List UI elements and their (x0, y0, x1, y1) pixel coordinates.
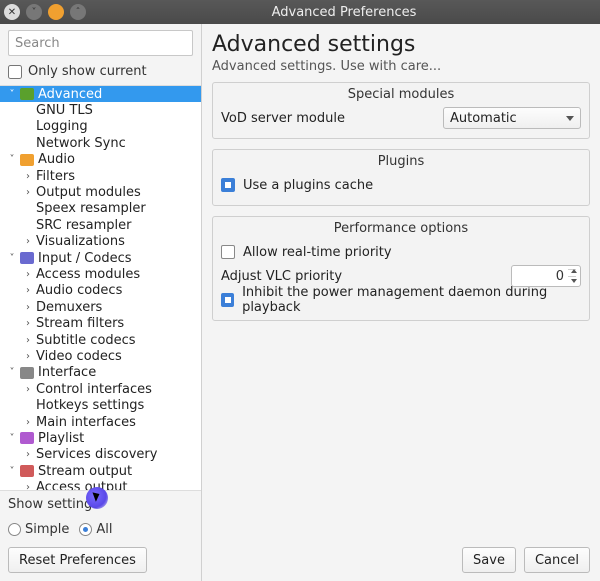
chevron-right-icon[interactable]: › (22, 351, 34, 362)
chevron-down-icon[interactable]: ˅ (6, 89, 18, 100)
tree-item-speex[interactable]: Speex resampler (0, 201, 201, 217)
chevron-up-icon[interactable] (571, 269, 577, 273)
cog-icon (20, 88, 34, 100)
tree-item-subtitle-codecs[interactable]: ›Subtitle codecs (0, 332, 201, 348)
realtime-priority-checkbox[interactable] (221, 245, 235, 259)
settings-tree[interactable]: ˅Advanced GNU TLS Logging Network Sync ˅… (0, 85, 201, 491)
tree-item-stream-filters[interactable]: ›Stream filters (0, 315, 201, 331)
cancel-button[interactable]: Cancel (524, 547, 590, 573)
dialog-footer: Save Cancel (462, 547, 590, 573)
chevron-down-icon[interactable]: ˅ (6, 253, 18, 264)
tree-item-control-interfaces[interactable]: ›Control interfaces (0, 381, 201, 397)
right-panel: Advanced settings Advanced settings. Use… (202, 24, 600, 581)
chevron-down-icon[interactable]: ˅ (6, 466, 18, 477)
fieldset-plugins: Plugins Use a plugins cache (212, 149, 590, 206)
tree-item-services-discovery[interactable]: ›Services discovery (0, 447, 201, 463)
chevron-right-icon[interactable]: › (22, 482, 34, 491)
show-settings-label: Show settings (8, 497, 193, 512)
tree-item-gnu-tls[interactable]: GNU TLS (0, 102, 201, 118)
window-app-icon (48, 4, 64, 20)
legend-special-modules: Special modules (221, 87, 581, 102)
window-title: Advanced Preferences (92, 5, 596, 20)
tree-item-audio[interactable]: ˅Audio (0, 152, 201, 168)
tree-item-filters[interactable]: ›Filters (0, 168, 201, 184)
interface-icon (20, 367, 34, 379)
chevron-down-icon[interactable]: ˅ (6, 367, 18, 378)
chevron-right-icon[interactable]: › (22, 318, 34, 329)
radio-all[interactable]: All (79, 522, 112, 537)
save-button[interactable]: Save (462, 547, 516, 573)
page-title: Advanced settings (212, 32, 590, 57)
fieldset-special-modules: Special modules VoD server module Automa… (212, 82, 590, 139)
tree-item-hotkeys-settings[interactable]: Hotkeys settings (0, 397, 201, 413)
tree-item-playlist[interactable]: ˅Playlist (0, 430, 201, 446)
tree-item-audio-codecs[interactable]: ›Audio codecs (0, 283, 201, 299)
tree-item-access-modules[interactable]: ›Access modules (0, 266, 201, 282)
vod-server-label: VoD server module (221, 111, 421, 126)
chevron-right-icon[interactable]: › (22, 417, 34, 428)
chevron-down-icon[interactable]: ˅ (6, 154, 18, 165)
chevron-right-icon[interactable]: › (22, 236, 34, 247)
tree-item-logging[interactable]: Logging (0, 119, 201, 135)
chevron-right-icon[interactable]: › (22, 449, 34, 460)
realtime-priority-label: Allow real-time priority (243, 245, 392, 260)
tree-item-advanced[interactable]: ˅Advanced (0, 86, 201, 102)
chevron-down-icon[interactable] (571, 279, 577, 283)
chevron-right-icon[interactable]: › (22, 187, 34, 198)
chevron-right-icon[interactable]: › (22, 269, 34, 280)
vod-server-select[interactable]: Automatic (443, 107, 581, 129)
plugins-cache-label: Use a plugins cache (243, 178, 373, 193)
chevron-right-icon[interactable]: › (22, 335, 34, 346)
only-show-current-row[interactable]: Only show current (0, 62, 201, 85)
radio-icon (8, 523, 21, 536)
fieldset-performance: Performance options Allow real-time prio… (212, 216, 590, 321)
radio-icon (79, 523, 92, 536)
inhibit-pm-checkbox[interactable] (221, 293, 234, 307)
window-max-icon[interactable]: ˆ (70, 4, 86, 20)
tree-item-input-codecs[interactable]: ˅Input / Codecs (0, 250, 201, 266)
adjust-priority-label: Adjust VLC priority (221, 269, 503, 284)
tree-item-access-output[interactable]: ›Access output (0, 479, 201, 491)
playlist-icon (20, 432, 34, 444)
tree-item-interface[interactable]: ˅Interface (0, 365, 201, 381)
only-show-current-label: Only show current (28, 64, 147, 79)
adjust-priority-spinner[interactable]: 0 (511, 265, 581, 287)
legend-performance: Performance options (221, 221, 581, 236)
chevron-right-icon[interactable]: › (22, 171, 34, 182)
tree-item-main-interfaces[interactable]: ›Main interfaces (0, 414, 201, 430)
search-input[interactable]: Search (8, 30, 193, 56)
left-panel: Search Only show current ˅Advanced GNU T… (0, 24, 202, 581)
tree-item-video-codecs[interactable]: ›Video codecs (0, 348, 201, 364)
page-subtitle: Advanced settings. Use with care... (212, 59, 590, 74)
window-body: Search Only show current ˅Advanced GNU T… (0, 24, 600, 581)
radio-simple[interactable]: Simple (8, 522, 69, 537)
tree-item-visualizations[interactable]: ›Visualizations (0, 234, 201, 250)
codec-icon (20, 252, 34, 264)
only-show-current-checkbox[interactable] (8, 65, 22, 79)
tree-item-src[interactable]: SRC resampler (0, 217, 201, 233)
plugins-cache-checkbox[interactable] (221, 178, 235, 192)
search-placeholder: Search (15, 36, 60, 51)
tree-item-stream-output[interactable]: ˅Stream output (0, 463, 201, 479)
legend-plugins: Plugins (221, 154, 581, 169)
titlebar: ✕ ˅ ˆ Advanced Preferences (0, 0, 600, 24)
tree-item-output-modules[interactable]: ›Output modules (0, 184, 201, 200)
audio-icon (20, 154, 34, 166)
window-min-icon[interactable]: ˅ (26, 4, 42, 20)
chevron-right-icon[interactable]: › (22, 384, 34, 395)
show-settings-row: Show settings Simple All Reset Preferenc… (0, 491, 201, 581)
inhibit-pm-label: Inhibit the power management daemon duri… (242, 285, 581, 315)
reset-preferences-button[interactable]: Reset Preferences (8, 547, 147, 573)
window-close-icon[interactable]: ✕ (4, 4, 20, 20)
chevron-down-icon[interactable]: ˅ (6, 433, 18, 444)
chevron-right-icon[interactable]: › (22, 302, 34, 313)
chevron-right-icon[interactable]: › (22, 285, 34, 296)
tree-item-network-sync[interactable]: Network Sync (0, 135, 201, 151)
stream-icon (20, 465, 34, 477)
tree-item-demuxers[interactable]: ›Demuxers (0, 299, 201, 315)
